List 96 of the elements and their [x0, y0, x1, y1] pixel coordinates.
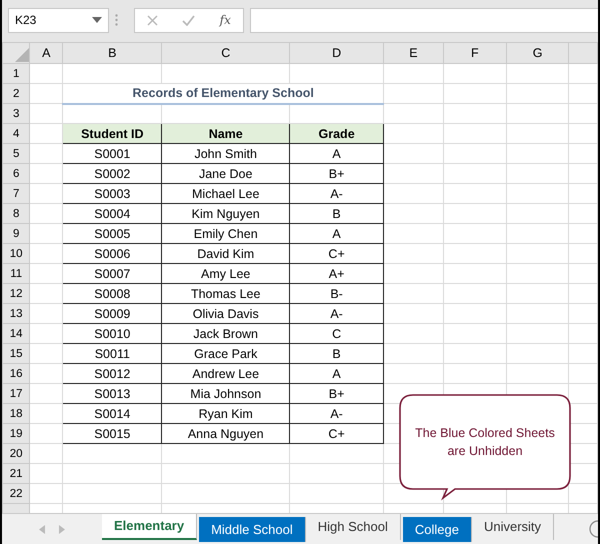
add-sheet-icon[interactable]	[588, 520, 598, 538]
cancel-icon[interactable]	[147, 14, 158, 26]
sheet-tab[interactable]: Middle School	[199, 517, 306, 542]
dropdown-caret-icon[interactable]	[92, 17, 102, 23]
row-header[interactable]: 11	[2, 264, 30, 284]
column-header[interactable]: E	[384, 42, 444, 64]
row-header[interactable]: 12	[2, 284, 30, 304]
table-cell: S0003	[62, 184, 162, 204]
check-icon[interactable]	[182, 14, 196, 26]
table-header: Student ID	[62, 124, 162, 144]
row-header[interactable]: 2	[2, 84, 30, 104]
table-cell: A-	[289, 404, 384, 424]
scroll-left-icon[interactable]	[39, 524, 45, 534]
table-cell: Jane Doe	[162, 164, 290, 184]
sheet-tab[interactable]: University	[472, 514, 554, 540]
table-cell: B-	[289, 284, 384, 304]
row-header[interactable]: 10	[2, 244, 30, 264]
row-header[interactable]: 5	[2, 144, 30, 164]
table-cell: Emily Chen	[162, 224, 290, 244]
row-header[interactable]: 15	[2, 344, 30, 364]
table-cell: A-	[289, 304, 384, 324]
table-cell: B	[289, 344, 384, 364]
row-header[interactable]: 7	[2, 184, 30, 204]
table-cell: S0007	[62, 264, 162, 284]
scroll-right-icon[interactable]	[59, 524, 65, 534]
column-header[interactable]: D	[289, 42, 384, 64]
table-cell: Mia Johnson	[162, 384, 290, 404]
column-header[interactable]: C	[162, 42, 290, 64]
table-cell: A	[289, 224, 384, 244]
table-header: Grade	[289, 124, 384, 144]
table-header: Name	[162, 124, 290, 144]
table-cell: Jack Brown	[162, 324, 290, 344]
table-cell: Kim Nguyen	[162, 204, 290, 224]
table-cell: S0006	[62, 244, 162, 264]
table-cell: S0012	[62, 364, 162, 384]
insert-function-button[interactable]: fx	[220, 11, 231, 29]
table-cell: S0014	[62, 404, 162, 424]
table-cell: C+	[289, 424, 384, 444]
row-header[interactable]: 21	[2, 464, 30, 484]
column-header[interactable]: G	[506, 42, 569, 64]
row-header[interactable]: 8	[2, 204, 30, 224]
table-cell: C+	[289, 244, 384, 264]
row-header[interactable]: 14	[2, 324, 30, 344]
row-header[interactable]: 4	[2, 124, 30, 144]
table-cell: Michael Lee	[162, 184, 290, 204]
sheet-tab[interactable]: High School	[306, 514, 401, 540]
table-cell: Thomas Lee	[162, 284, 290, 304]
table-cell: S0001	[62, 144, 162, 164]
table-cell: John Smith	[162, 144, 290, 164]
table-cell: S0009	[62, 304, 162, 324]
row-header[interactable]: 19	[2, 424, 30, 444]
table-cell: B+	[289, 164, 384, 184]
row-header[interactable]: 1	[2, 64, 30, 84]
table-cell: S0010	[62, 324, 162, 344]
name-box[interactable]: K23	[8, 8, 109, 32]
row-header[interactable]: 18	[2, 404, 30, 424]
table-cell: S0008	[62, 284, 162, 304]
table-cell: S0004	[62, 204, 162, 224]
column-header[interactable]: B	[62, 42, 162, 64]
row-header[interactable]: 3	[2, 104, 30, 124]
callout-text: The Blue Colored Sheets	[415, 426, 555, 440]
table-cell: David Kim	[162, 244, 290, 264]
row-header[interactable]: 22	[2, 484, 30, 504]
row-header[interactable]: 20	[2, 444, 30, 464]
row-header[interactable]: 17	[2, 384, 30, 404]
row-header[interactable]: 16	[2, 364, 30, 384]
callout-text: are Unhidden	[447, 444, 523, 458]
table-cell: A	[289, 364, 384, 384]
table-cell: A+	[289, 264, 384, 284]
column-header[interactable]: A	[30, 42, 63, 64]
row-header[interactable]: 6	[2, 164, 30, 184]
cell-reference: K23	[15, 12, 36, 29]
grip-icon[interactable]	[115, 14, 118, 26]
table-cell: S0013	[62, 384, 162, 404]
table-cell: S0002	[62, 164, 162, 184]
table-cell: S0011	[62, 344, 162, 364]
table-cell: B	[289, 204, 384, 224]
table-cell: Andrew Lee	[162, 364, 290, 384]
sheet-tab[interactable]: College	[402, 517, 472, 542]
table-cell: S0005	[62, 224, 162, 244]
column-header[interactable]: F	[443, 42, 506, 64]
table-cell: Olivia Davis	[162, 304, 290, 324]
table-cell: S0015	[62, 424, 162, 444]
table-cell: C	[289, 324, 384, 344]
sheet-tab[interactable]: Elementary	[102, 514, 198, 540]
table-cell: A	[289, 144, 384, 164]
table-cell: A-	[289, 184, 384, 204]
sheet-title: Records of Elementary School	[62, 84, 384, 104]
table-cell: Grace Park	[162, 344, 290, 364]
table-cell: Amy Lee	[162, 264, 290, 284]
row-header[interactable]: 9	[2, 224, 30, 244]
table-cell: Ryan Kim	[162, 404, 290, 424]
table-cell: B+	[289, 384, 384, 404]
formula-input[interactable]	[250, 8, 598, 32]
table-cell: Anna Nguyen	[162, 424, 290, 444]
row-header[interactable]: 13	[2, 304, 30, 324]
